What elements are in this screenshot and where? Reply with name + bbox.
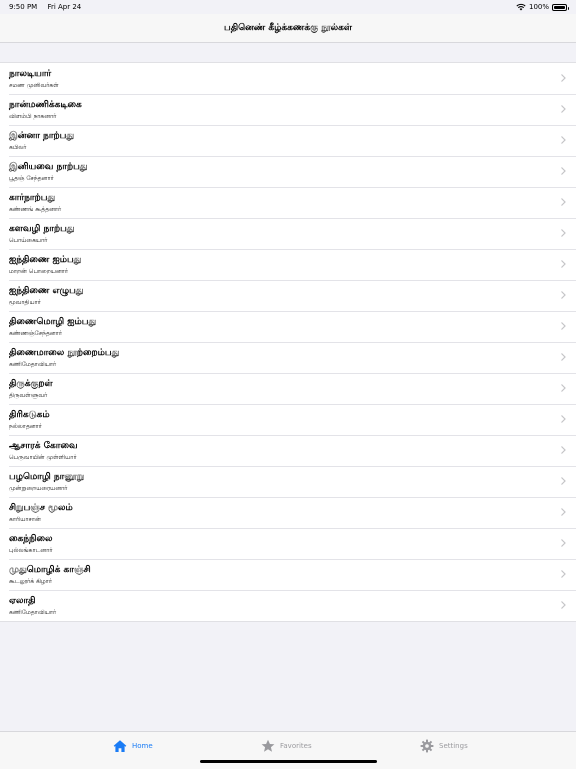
tab-settings-label: Settings <box>439 742 468 750</box>
list-item[interactable]: திரிகடுகம் நல்லாதனார் <box>0 404 576 435</box>
book-title: இனியவை நாற்பது <box>9 162 88 172</box>
book-author: கபிலர் <box>9 144 27 151</box>
house-icon <box>113 740 127 752</box>
chevron-right-icon <box>561 260 566 268</box>
book-author: கணிமேதாவியார் <box>9 361 57 368</box>
status-bar: 9:50 PM Fri Apr 24 100% <box>0 0 576 14</box>
chevron-right-icon <box>561 74 566 82</box>
list-item[interactable]: ஏலாதி கணிமேதாவியார் <box>0 590 576 621</box>
book-author: கண்ணங் கூத்தனார் <box>9 206 62 213</box>
star-icon <box>261 739 275 752</box>
book-title: திணைமாலை நூற்றைம்பது <box>9 348 120 358</box>
book-author: புல்லங்காடனார் <box>9 547 53 554</box>
chevron-right-icon <box>561 291 566 299</box>
book-title: சிறுபஞ்ச மூலம் <box>9 503 73 513</box>
tab-favorites-label: Favorites <box>280 742 312 750</box>
list-item[interactable]: திணைமாலை நூற்றைம்பது கணிமேதாவியார் <box>0 342 576 373</box>
book-author: சமண முனிவர்கள் <box>9 82 59 89</box>
chevron-right-icon <box>561 601 566 609</box>
book-author: முன்றுறையரையனார் <box>9 485 68 492</box>
chevron-right-icon <box>561 384 566 392</box>
book-title: நான்மணிக்கடிகை <box>9 100 82 110</box>
book-title: முதுமொழிக் காஞ்சி <box>9 565 91 575</box>
gear-icon <box>420 739 434 753</box>
tab-settings[interactable]: Settings <box>420 739 468 753</box>
chevron-right-icon <box>561 508 566 516</box>
book-author: மாறன் பொறையனார் <box>9 268 69 275</box>
book-author: பொய்கையார் <box>9 237 48 244</box>
list-item[interactable]: இன்னா நாற்பது கபிலர் <box>0 125 576 156</box>
battery-icon <box>552 3 569 11</box>
chevron-right-icon <box>561 322 566 330</box>
book-title: ஏலாதி <box>9 596 36 606</box>
tab-favorites[interactable]: Favorites <box>261 739 312 753</box>
book-author: மூவாதியார் <box>9 299 41 306</box>
chevron-right-icon <box>561 446 566 454</box>
list-item[interactable]: ஐந்திணை ஐம்பது மாறன் பொறையனார் <box>0 249 576 280</box>
list-item[interactable]: இனியவை நாற்பது பூதஞ் சேந்தனார் <box>0 156 576 187</box>
book-author: பூதஞ் சேந்தனார் <box>9 175 54 182</box>
page-title: பதினெண் கீழ்க்கணக்கு நூல்கள் <box>224 22 352 33</box>
book-title: திரிகடுகம் <box>9 410 50 420</box>
book-title: ஆசாரக் கோவை <box>9 441 78 451</box>
list-item[interactable]: நான்மணிக்கடிகை விளம்பி நாகனார் <box>0 94 576 125</box>
list-item[interactable]: பழமொழி நானூறு முன்றுறையரையனார் <box>0 466 576 497</box>
list-item[interactable]: கைந்நிலை புல்லங்காடனார் <box>0 528 576 559</box>
battery-percent: 100% <box>528 3 549 11</box>
list-item[interactable]: ஐந்திணை எழுபது மூவாதியார் <box>0 280 576 311</box>
chevron-right-icon <box>561 105 566 113</box>
list-item[interactable]: ஆசாரக் கோவை பெருவாயின் முள்ளியார் <box>0 435 576 466</box>
chevron-right-icon <box>561 167 566 175</box>
tab-home[interactable]: Home <box>113 739 153 753</box>
book-title: கார்நாற்பது <box>9 193 56 203</box>
list-item[interactable]: சிறுபஞ்ச மூலம் காரியாசான் <box>0 497 576 528</box>
book-title: திருக்குறள் <box>9 379 53 389</box>
chevron-right-icon <box>561 136 566 144</box>
book-author: கண்ணஞ்சேந்தனார் <box>9 330 62 337</box>
book-author: விளம்பி நாகனார் <box>9 113 57 120</box>
book-title: ஐந்திணை எழுபது <box>9 286 84 296</box>
book-title: களவழி நாற்பது <box>9 224 75 234</box>
chevron-right-icon <box>561 229 566 237</box>
home-indicator <box>200 760 377 763</box>
list-item[interactable]: முதுமொழிக் காஞ்சி கூடலூர்க் கிழார் <box>0 559 576 590</box>
book-author: கூடலூர்க் கிழார் <box>9 578 53 585</box>
navigation-bar: பதினெண் கீழ்க்கணக்கு நூல்கள் <box>0 14 576 43</box>
status-time: 9:50 PM <box>9 3 38 11</box>
book-author: காரியாசான் <box>9 516 41 523</box>
list-item[interactable]: களவழி நாற்பது பொய்கையார் <box>0 218 576 249</box>
status-date: Fri Apr 24 <box>47 3 82 11</box>
tab-bar: Home Favorites Settings <box>0 731 576 769</box>
book-title: ஐந்திணை ஐம்பது <box>9 255 82 265</box>
book-title: பழமொழி நானூறு <box>9 472 85 482</box>
book-list: நாலடியார் சமண முனிவர்கள் நான்மணிக்கடிகை விள… <box>0 62 576 622</box>
chevron-right-icon <box>561 198 566 206</box>
list-item[interactable]: திணைமொழி ஐம்பது கண்ணஞ்சேந்தனார் <box>0 311 576 342</box>
chevron-right-icon <box>561 353 566 361</box>
book-title: கைந்நிலை <box>9 534 53 544</box>
book-author: திருவள்ளுவர் <box>9 392 48 399</box>
wifi-icon <box>516 3 526 11</box>
chevron-right-icon <box>561 539 566 547</box>
list-item[interactable]: கார்நாற்பது கண்ணங் கூத்தனார் <box>0 187 576 218</box>
chevron-right-icon <box>561 477 566 485</box>
book-author: பெருவாயின் முள்ளியார் <box>9 454 77 461</box>
book-author: நல்லாதனார் <box>9 423 42 430</box>
book-author: கணிமேதாவியார் <box>9 609 57 616</box>
chevron-right-icon <box>561 570 566 578</box>
book-title: திணைமொழி ஐம்பது <box>9 317 97 327</box>
list-item[interactable]: நாலடியார் சமண முனிவர்கள் <box>0 63 576 94</box>
book-title: இன்னா நாற்பது <box>9 131 75 141</box>
chevron-right-icon <box>561 415 566 423</box>
list-item[interactable]: திருக்குறள் திருவள்ளுவர் <box>0 373 576 404</box>
book-title: நாலடியார் <box>9 69 52 79</box>
tab-home-label: Home <box>132 742 153 750</box>
